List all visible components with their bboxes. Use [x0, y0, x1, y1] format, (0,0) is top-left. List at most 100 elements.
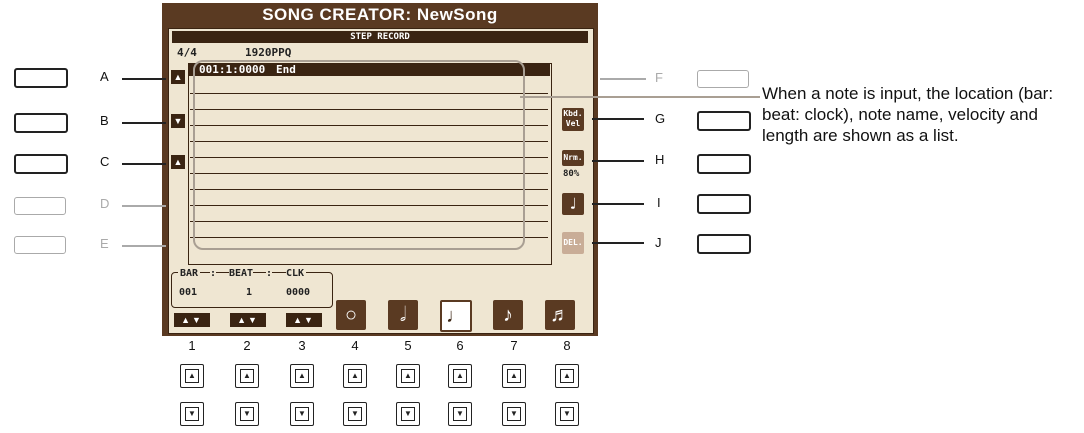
scroll-down-icon: ▼	[171, 114, 185, 128]
label-f: F	[655, 70, 663, 85]
up-arrow-icon: ▲	[453, 369, 467, 383]
key-number-1: 1	[188, 338, 196, 353]
button-d[interactable]	[14, 197, 66, 215]
label-h: H	[655, 152, 665, 167]
button-i[interactable]	[697, 194, 751, 214]
leader-line-d	[122, 205, 166, 207]
half-note-icon: 𝅗𝅥	[388, 300, 418, 330]
button-h[interactable]	[697, 154, 751, 174]
beat-up-down-icon: ▲▼	[230, 313, 266, 327]
key-number-5: 5	[404, 338, 412, 353]
bar-value: 001	[179, 287, 198, 298]
up-arrow-icon: ▲	[401, 369, 415, 383]
callout-pointer	[520, 96, 760, 98]
button-e[interactable]	[14, 236, 66, 254]
leader-line-b	[122, 122, 166, 124]
key-8-down[interactable]: ▼	[555, 402, 579, 426]
up-arrow-icon: ▲	[507, 369, 521, 383]
down-arrow-icon: ▼	[185, 407, 199, 421]
button-a[interactable]	[14, 68, 68, 88]
button-f[interactable]	[697, 70, 749, 88]
key-5-down[interactable]: ▼	[396, 402, 420, 426]
clk-label: CLK	[286, 268, 307, 279]
clk-up-down-icon: ▲▼	[286, 313, 322, 327]
key-4-up[interactable]: ▲	[343, 364, 367, 388]
key-1-up[interactable]: ▲	[180, 364, 204, 388]
label-e: E	[100, 236, 109, 251]
down-arrow-icon: ▼	[348, 407, 362, 421]
key-6-up[interactable]: ▲	[448, 364, 472, 388]
key-number-8: 8	[563, 338, 571, 353]
scroll-up-icon: ▲	[171, 155, 185, 169]
key-7-up[interactable]: ▲	[502, 364, 526, 388]
label-j: J	[655, 235, 662, 250]
button-g[interactable]	[697, 111, 751, 131]
button-c[interactable]	[14, 154, 68, 174]
top-of-list-icon: ▲	[171, 70, 185, 84]
beat-label: BEAT	[229, 268, 254, 279]
normal-length-label: Nrm.	[563, 153, 583, 162]
key-3-down[interactable]: ▼	[290, 402, 314, 426]
up-arrow-icon: ▲	[348, 369, 362, 383]
leader-line-a	[122, 78, 166, 80]
key-4-down[interactable]: ▼	[343, 402, 367, 426]
button-j[interactable]	[697, 234, 751, 254]
key-7-down[interactable]: ▼	[502, 402, 526, 426]
screen-title: SONG CREATOR: NewSong	[262, 5, 498, 24]
whole-note-icon: ○	[336, 300, 366, 330]
down-arrow-icon: ▼	[401, 407, 415, 421]
leader-line-e	[122, 245, 166, 247]
delete-label: DEL.	[563, 238, 583, 247]
label-g: G	[655, 111, 666, 126]
leader-line-g	[592, 118, 644, 120]
delete-icon: DEL.	[562, 232, 584, 254]
bar-label: BAR	[178, 268, 201, 279]
screen-subtitle: STEP RECORD	[172, 31, 588, 43]
kbd-vel-line2: Vel	[565, 119, 581, 128]
leader-line-j	[592, 242, 644, 244]
key-3-up[interactable]: ▲	[290, 364, 314, 388]
key-number-4: 4	[351, 338, 359, 353]
leader-line-h	[592, 160, 644, 162]
key-5-up[interactable]: ▲	[396, 364, 420, 388]
clk-value: 0000	[286, 287, 311, 298]
down-arrow-icon: ▼	[560, 407, 574, 421]
leader-line-f	[600, 78, 646, 80]
button-b[interactable]	[14, 113, 68, 133]
gate-percent: 80%	[563, 169, 580, 179]
key-number-7: 7	[510, 338, 518, 353]
kbd-vel-icon: Kbd. Vel	[562, 108, 584, 131]
callout-text: When a note is input, the location (bar:…	[762, 84, 1054, 145]
bar-up-down-icon: ▲▼	[174, 313, 210, 327]
eighth-note-icon: ♪	[493, 300, 523, 330]
key-6-down[interactable]: ▼	[448, 402, 472, 426]
up-arrow-icon: ▲	[185, 369, 199, 383]
key-2-down[interactable]: ▼	[235, 402, 259, 426]
key-number-3: 3	[298, 338, 306, 353]
down-arrow-icon: ▼	[240, 407, 254, 421]
label-a: A	[100, 69, 109, 84]
kbd-vel-line1: Kbd.	[563, 109, 583, 118]
quarter-note-icon: ♩	[562, 193, 584, 215]
up-arrow-icon: ▲	[240, 369, 254, 383]
quarter-note-icon: ♩	[440, 300, 472, 332]
key-8-up[interactable]: ▲	[555, 364, 579, 388]
up-arrow-icon: ▲	[560, 369, 574, 383]
key-2-up[interactable]: ▲	[235, 364, 259, 388]
resolution-ppq: 1920PPQ	[245, 46, 292, 59]
beat-value: 1	[246, 287, 253, 298]
key-1-down[interactable]: ▼	[180, 402, 204, 426]
separator: :	[210, 268, 217, 279]
up-arrow-icon: ▲	[295, 369, 309, 383]
label-c: C	[100, 154, 110, 169]
leader-line-i	[592, 203, 644, 205]
down-arrow-icon: ▼	[295, 407, 309, 421]
label-i: I	[657, 195, 661, 210]
label-d: D	[100, 196, 110, 211]
time-signature: 4/4	[177, 46, 197, 59]
list-highlight-outline	[193, 60, 525, 250]
down-arrow-icon: ▼	[507, 407, 521, 421]
label-b: B	[100, 113, 109, 128]
leader-line-c	[122, 163, 166, 165]
sixteenth-note-icon: ♬	[545, 300, 575, 330]
